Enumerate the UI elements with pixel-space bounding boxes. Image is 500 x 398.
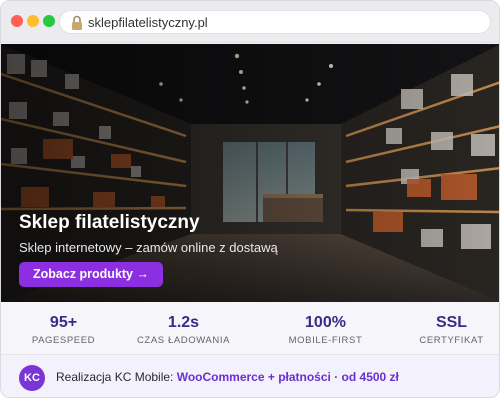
stat-label: MOBILE-FIRST xyxy=(288,335,363,346)
stat-value: 100% xyxy=(305,314,346,331)
stat-load-time: 1.2s CZAS ŁADOWANIA xyxy=(121,314,246,346)
stat-value: 95+ xyxy=(49,314,78,331)
stat-label: CZAS ŁADOWANIA xyxy=(136,335,231,346)
hero-title: Sklep filatelistyczny xyxy=(19,212,200,233)
stat-label: PAGESPEED xyxy=(31,335,96,346)
maximize-window-button[interactable] xyxy=(43,15,55,27)
stat-value: SSL xyxy=(435,314,468,331)
footer-offer: WooCommerce + płatności · od 4500 zł xyxy=(176,370,399,384)
minimize-window-button[interactable] xyxy=(27,15,39,27)
view-products-button[interactable]: Zobacz produkty → xyxy=(19,262,163,287)
stats-bar: 95+ PAGESPEED 1.2s CZAS ŁADOWANIA 100% M… xyxy=(1,302,499,355)
avatar: KC xyxy=(19,365,45,391)
hero-subtitle: Sklep internetowy – zamów online z dosta… xyxy=(19,240,278,255)
stat-ssl: SSL CERTYFIKAT xyxy=(389,314,499,346)
browser-window: sklepfilatelistyczny.pl Sklep filatelist… xyxy=(0,0,500,398)
stat-label: CERTYFIKAT xyxy=(419,335,484,346)
browser-toolbar: sklepfilatelistyczny.pl xyxy=(1,1,499,43)
close-window-button[interactable] xyxy=(11,15,23,27)
stat-pagespeed: 95+ PAGESPEED xyxy=(1,314,126,346)
stat-mobile-first: 100% MOBILE-FIRST xyxy=(263,314,388,346)
stat-value: 1.2s xyxy=(167,314,200,331)
footer-prefix: Realizacja KC Mobile: xyxy=(56,370,177,384)
url-text: sklepfilatelistyczny.pl xyxy=(88,15,208,30)
hero-section: Sklep filatelistyczny Sklep internetowy … xyxy=(1,44,499,302)
lock-icon xyxy=(72,15,82,30)
address-bar[interactable]: sklepfilatelistyczny.pl xyxy=(59,10,491,34)
footer-text: Realizacja KC Mobile: WooCommerce + płat… xyxy=(56,370,399,384)
footer-bar: KC Realizacja KC Mobile: WooCommerce + p… xyxy=(1,355,499,397)
